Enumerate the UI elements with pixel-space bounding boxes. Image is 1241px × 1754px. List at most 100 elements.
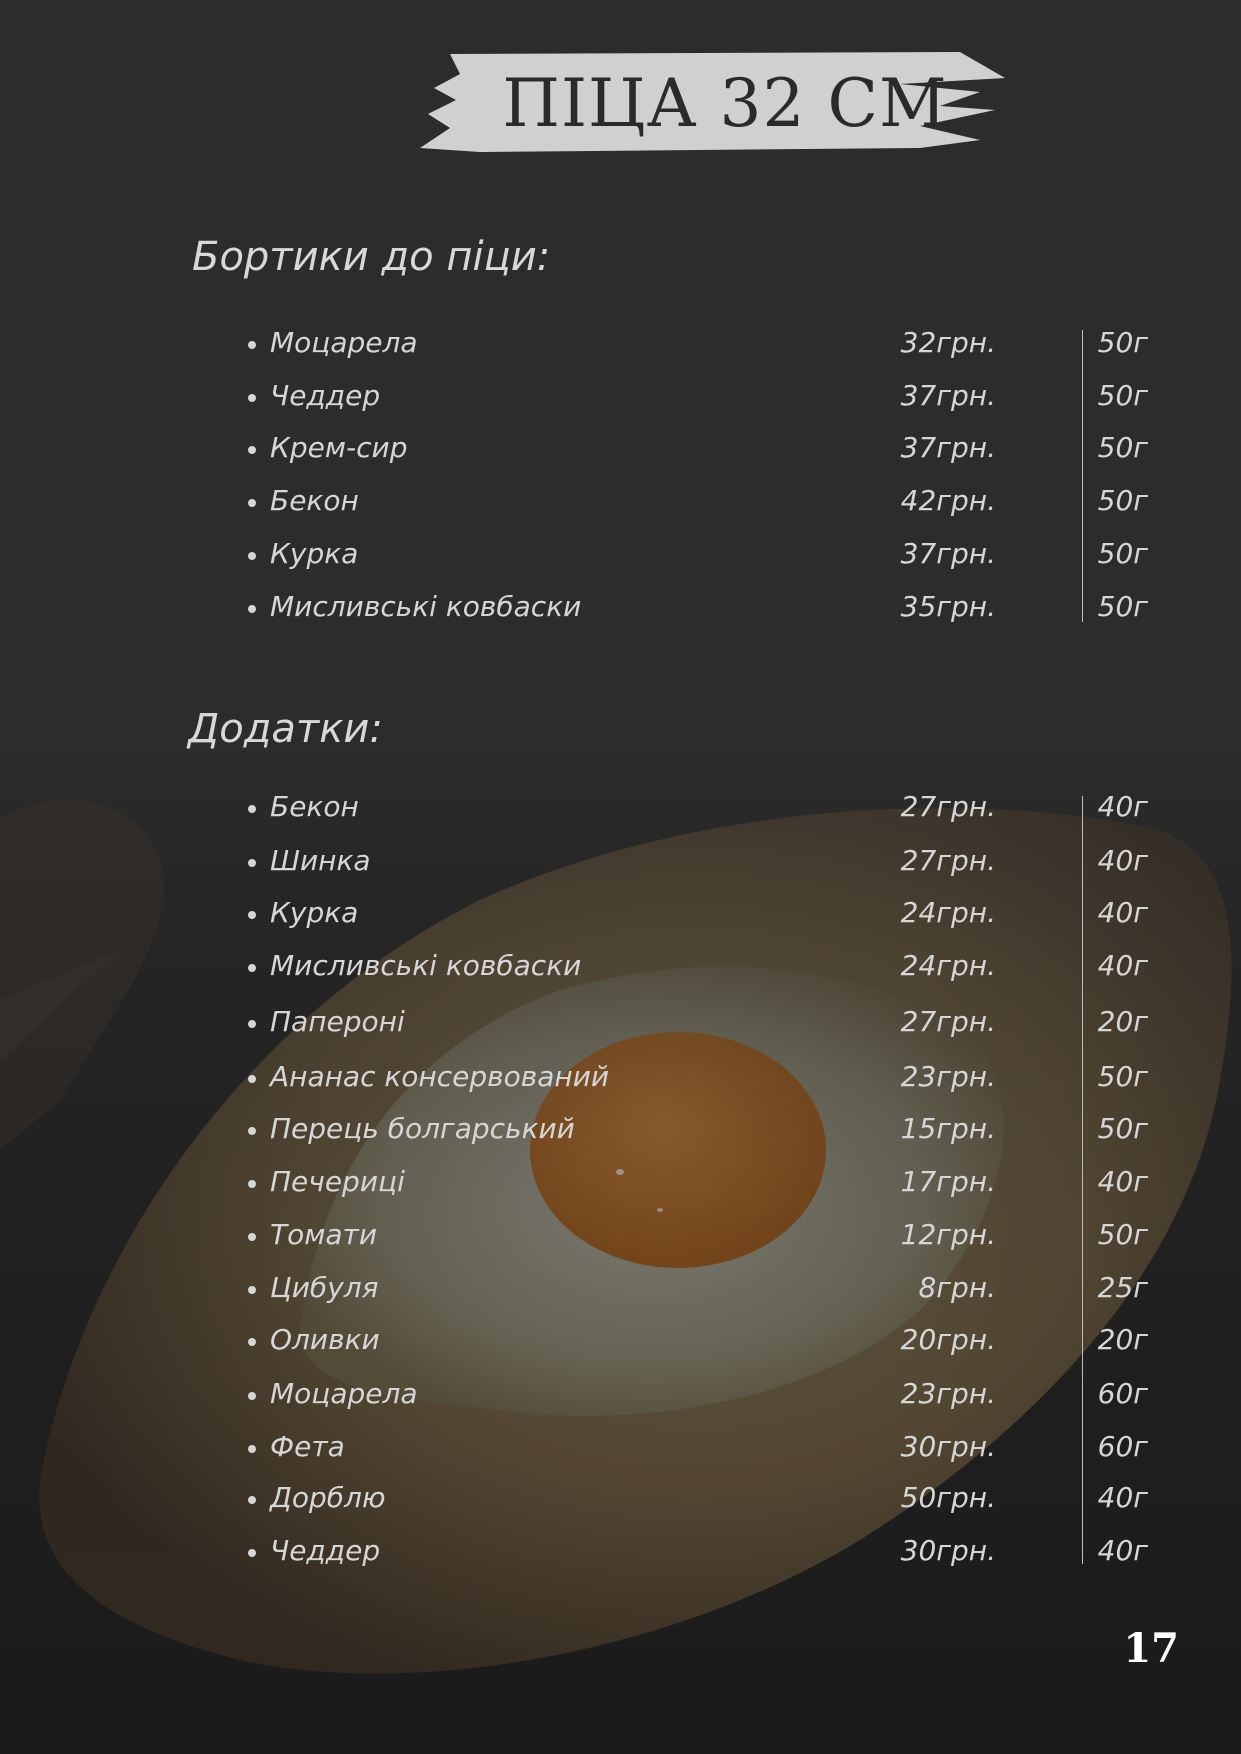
item-weight: 50г (1097, 537, 1148, 570)
list-item: Крем-сир 37грн. 50г (248, 429, 1148, 469)
list-item: Ананас консервований 23грн. 50г (248, 1058, 1148, 1098)
list-item: Курка 24грн. 40г (248, 894, 1148, 934)
item-weight: 25г (1097, 1271, 1148, 1304)
list-item: Моцарела 23грн. 60г (248, 1375, 1148, 1415)
item-price: 12грн. (900, 1218, 996, 1251)
item-weight: 40г (1097, 1481, 1148, 1514)
item-weight: 40г (1097, 790, 1148, 823)
item-name: Курка (270, 537, 359, 570)
bullet-icon (248, 552, 256, 560)
item-weight: 40г (1097, 896, 1148, 929)
item-price: 17грн. (900, 1165, 996, 1198)
item-name: Бекон (270, 484, 359, 517)
list-item: Перець болгарський 15грн. 50г (248, 1110, 1148, 1150)
bullet-icon (248, 1496, 256, 1504)
bullet-icon (248, 1127, 256, 1135)
bullet-icon (248, 1075, 256, 1083)
bullet-icon (248, 605, 256, 613)
list-item: Томати 12грн. 50г (248, 1216, 1148, 1256)
item-weight: 60г (1097, 1377, 1148, 1410)
item-price: 37грн. (900, 379, 996, 412)
list-item: Фета 30грн. 60г (248, 1428, 1148, 1468)
item-price: 27грн. (900, 790, 996, 823)
item-price: 24грн. (900, 949, 996, 982)
title-banner: ПІЦА 32 СМ (420, 48, 1010, 158)
item-name: Курка (270, 896, 359, 929)
item-weight: 50г (1097, 1218, 1148, 1251)
item-name: Томати (270, 1218, 378, 1251)
bullet-icon (248, 1180, 256, 1188)
bullet-icon (248, 499, 256, 507)
item-price: 30грн. (900, 1534, 996, 1567)
item-name: Моцарела (270, 1377, 418, 1410)
bullet-icon (248, 394, 256, 402)
item-price: 24грн. (900, 896, 996, 929)
item-name: Ананас консервований (270, 1060, 610, 1093)
list-item: Оливки 20грн. 20г (248, 1321, 1148, 1361)
bullet-icon (248, 1020, 256, 1028)
list-item: Мисливські ковбаски 35грн. 50г (248, 588, 1148, 628)
item-name: Печериці (270, 1165, 405, 1198)
item-price: 37грн. (900, 431, 996, 464)
list-item: Дорблю 50грн. 40г (248, 1479, 1148, 1519)
item-weight: 50г (1097, 326, 1148, 359)
item-weight: 20г (1097, 1005, 1148, 1038)
item-name: Оливки (270, 1323, 380, 1356)
item-weight: 50г (1097, 431, 1148, 464)
item-price: 20грн. (900, 1323, 996, 1356)
item-weight: 50г (1097, 1112, 1148, 1145)
item-weight: 50г (1097, 379, 1148, 412)
column-divider (1082, 796, 1083, 1564)
item-weight: 50г (1097, 484, 1148, 517)
item-weight: 50г (1097, 590, 1148, 623)
item-name: Цибуля (270, 1271, 379, 1304)
item-name: Дорблю (270, 1481, 386, 1514)
item-price: 50грн. (900, 1481, 996, 1514)
item-price: 35грн. (900, 590, 996, 623)
section-title-toppings: Додатки: (188, 706, 383, 752)
item-name: Папероні (270, 1005, 405, 1038)
list-item: Бекон 42грн. 50г (248, 482, 1148, 522)
item-weight: 60г (1097, 1430, 1148, 1463)
list-item: Мисливські ковбаски 24грн. 40г (248, 947, 1148, 987)
list-item: Бекон 27грн. 40г (248, 788, 1148, 828)
item-name: Мисливські ковбаски (270, 590, 582, 623)
item-weight: 50г (1097, 1060, 1148, 1093)
item-price: 23грн. (900, 1060, 996, 1093)
bullet-icon (248, 341, 256, 349)
bullet-icon (248, 446, 256, 454)
bullet-icon (248, 1233, 256, 1241)
bullet-icon (248, 1445, 256, 1453)
item-price: 32грн. (900, 326, 996, 359)
item-price: 23грн. (900, 1377, 996, 1410)
item-name: Фета (270, 1430, 345, 1463)
item-weight: 40г (1097, 1165, 1148, 1198)
item-name: Моцарела (270, 326, 418, 359)
list-item: Чеддер 37грн. 50г (248, 377, 1148, 417)
list-item: Папероні 27грн. 20г (248, 1003, 1148, 1043)
bullet-icon (248, 1286, 256, 1294)
list-item: Шинка 27грн. 40г (248, 842, 1148, 882)
item-price: 27грн. (900, 1005, 996, 1038)
section-title-crusts: Бортики до піци: (192, 234, 551, 280)
item-price: 30грн. (900, 1430, 996, 1463)
list-item: Моцарела 32грн. 50г (248, 324, 1148, 364)
list-item: Курка 37грн. 50г (248, 535, 1148, 575)
list-item: Печериці 17грн. 40г (248, 1163, 1148, 1203)
item-weight: 20г (1097, 1323, 1148, 1356)
item-price: 8грн. (918, 1271, 996, 1304)
bullet-icon (248, 1338, 256, 1346)
item-weight: 40г (1097, 949, 1148, 982)
bullet-icon (248, 964, 256, 972)
item-name: Чеддер (270, 1534, 381, 1567)
bullet-icon (248, 1392, 256, 1400)
list-item: Чеддер 30грн. 40г (248, 1532, 1148, 1572)
item-name: Шинка (270, 844, 371, 877)
item-weight: 40г (1097, 844, 1148, 877)
column-divider (1082, 330, 1083, 622)
list-item: Цибуля 8грн. 25г (248, 1269, 1148, 1309)
page-number: 17 (1123, 1625, 1179, 1672)
item-weight: 40г (1097, 1534, 1148, 1567)
bullet-icon (248, 805, 256, 813)
item-price: 15грн. (900, 1112, 996, 1145)
